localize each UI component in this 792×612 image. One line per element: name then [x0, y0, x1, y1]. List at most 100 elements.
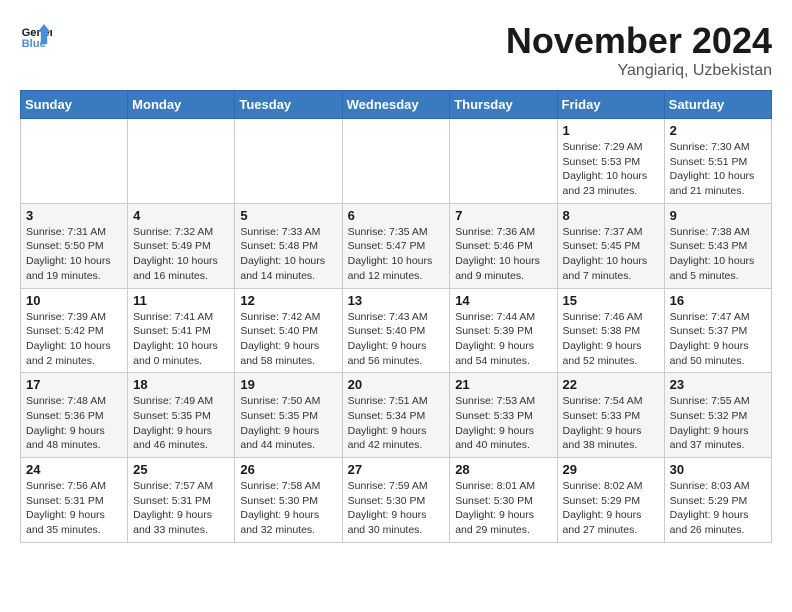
- calendar-cell: 1Sunrise: 7:29 AM Sunset: 5:53 PM Daylig…: [557, 119, 664, 204]
- calendar-week-row: 10 Sunrise: 7:39 AM Sunset: 5:42 PM Dayli…: [21, 288, 772, 373]
- day-info: Sunrise: 7:53 AM Sunset: 5:33 PM Dayligh…: [455, 394, 551, 453]
- day-info: Sunrise: 7:41 AM Sunset: 5:41 PM Dayligh…: [133, 310, 229, 369]
- day-info: Sunrise: 7:48 AM Sunset: 5:36 PM Dayligh…: [26, 394, 122, 453]
- day-number: 13: [348, 293, 445, 308]
- calendar-cell: 30 Sunrise: 8:03 AM Sunset: 5:29 PM Dayli…: [664, 458, 771, 543]
- weekday-header: Thursday: [450, 91, 557, 119]
- day-number: 4: [133, 208, 229, 223]
- day-info: Sunrise: 7:44 AM Sunset: 5:39 PM Dayligh…: [455, 310, 551, 369]
- page-header: General Blue November 2024 Yangiariq, Uz…: [20, 20, 772, 80]
- day-number: 19: [240, 377, 336, 392]
- calendar-cell: 17 Sunrise: 7:48 AM Sunset: 5:36 PM Dayli…: [21, 373, 128, 458]
- day-info: Sunrise: 7:46 AM Sunset: 5:38 PM Dayligh…: [563, 310, 659, 369]
- weekday-header: Monday: [128, 91, 235, 119]
- calendar-cell: 3 Sunrise: 7:31 AM Sunset: 5:50 PM Daylig…: [21, 203, 128, 288]
- day-info: Sunrise: 7:43 AM Sunset: 5:40 PM Dayligh…: [348, 310, 445, 369]
- calendar-week-row: 1Sunrise: 7:29 AM Sunset: 5:53 PM Daylig…: [21, 119, 772, 204]
- day-number: 18: [133, 377, 229, 392]
- day-number: 9: [670, 208, 766, 223]
- day-number: 24: [26, 462, 122, 477]
- calendar-cell: 6 Sunrise: 7:35 AM Sunset: 5:47 PM Daylig…: [342, 203, 450, 288]
- day-number: 25: [133, 462, 229, 477]
- calendar-cell: 15 Sunrise: 7:46 AM Sunset: 5:38 PM Dayli…: [557, 288, 664, 373]
- calendar-cell: [235, 119, 342, 204]
- day-number: 30: [670, 462, 766, 477]
- day-number: 2: [670, 123, 766, 138]
- day-number: 26: [240, 462, 336, 477]
- calendar-cell: 14 Sunrise: 7:44 AM Sunset: 5:39 PM Dayli…: [450, 288, 557, 373]
- day-number: 28: [455, 462, 551, 477]
- day-info: Sunrise: 8:01 AM Sunset: 5:30 PM Dayligh…: [455, 479, 551, 538]
- weekday-header: Saturday: [664, 91, 771, 119]
- calendar-cell: 16Sunrise: 7:47 AM Sunset: 5:37 PM Dayli…: [664, 288, 771, 373]
- day-info: Sunrise: 7:58 AM Sunset: 5:30 PM Dayligh…: [240, 479, 336, 538]
- day-number: 11: [133, 293, 229, 308]
- day-number: 12: [240, 293, 336, 308]
- day-info: Sunrise: 8:03 AM Sunset: 5:29 PM Dayligh…: [670, 479, 766, 538]
- day-info: Sunrise: 8:02 AM Sunset: 5:29 PM Dayligh…: [563, 479, 659, 538]
- calendar-cell: 2 Sunrise: 7:30 AM Sunset: 5:51 PM Daylig…: [664, 119, 771, 204]
- day-number: 20: [348, 377, 445, 392]
- calendar-cell: 10 Sunrise: 7:39 AM Sunset: 5:42 PM Dayli…: [21, 288, 128, 373]
- calendar-header: SundayMondayTuesdayWednesdayThursdayFrid…: [21, 91, 772, 119]
- calendar-week-row: 3 Sunrise: 7:31 AM Sunset: 5:50 PM Daylig…: [21, 203, 772, 288]
- calendar-cell: 4 Sunrise: 7:32 AM Sunset: 5:49 PM Daylig…: [128, 203, 235, 288]
- calendar-cell: 9 Sunrise: 7:38 AM Sunset: 5:43 PM Daylig…: [664, 203, 771, 288]
- calendar-cell: 8 Sunrise: 7:37 AM Sunset: 5:45 PM Daylig…: [557, 203, 664, 288]
- day-info: Sunrise: 7:59 AM Sunset: 5:30 PM Dayligh…: [348, 479, 445, 538]
- day-info: Sunrise: 7:49 AM Sunset: 5:35 PM Dayligh…: [133, 394, 229, 453]
- day-info: Sunrise: 7:29 AM Sunset: 5:53 PM Dayligh…: [563, 140, 659, 199]
- calendar-cell: 20Sunrise: 7:51 AM Sunset: 5:34 PM Dayli…: [342, 373, 450, 458]
- day-info: Sunrise: 7:55 AM Sunset: 5:32 PM Dayligh…: [670, 394, 766, 453]
- calendar-body: 1Sunrise: 7:29 AM Sunset: 5:53 PM Daylig…: [21, 119, 772, 543]
- day-info: Sunrise: 7:31 AM Sunset: 5:50 PM Dayligh…: [26, 225, 122, 284]
- day-info: Sunrise: 7:37 AM Sunset: 5:45 PM Dayligh…: [563, 225, 659, 284]
- day-number: 6: [348, 208, 445, 223]
- day-number: 10: [26, 293, 122, 308]
- calendar-cell: [128, 119, 235, 204]
- calendar-cell: 18 Sunrise: 7:49 AM Sunset: 5:35 PM Dayli…: [128, 373, 235, 458]
- calendar-cell: 25 Sunrise: 7:57 AM Sunset: 5:31 PM Dayli…: [128, 458, 235, 543]
- day-number: 29: [563, 462, 659, 477]
- calendar-week-row: 17 Sunrise: 7:48 AM Sunset: 5:36 PM Dayli…: [21, 373, 772, 458]
- calendar-cell: 22Sunrise: 7:54 AM Sunset: 5:33 PM Dayli…: [557, 373, 664, 458]
- month-title: November 2024: [506, 20, 772, 62]
- weekday-header: Friday: [557, 91, 664, 119]
- day-info: Sunrise: 7:32 AM Sunset: 5:49 PM Dayligh…: [133, 225, 229, 284]
- day-info: Sunrise: 7:33 AM Sunset: 5:48 PM Dayligh…: [240, 225, 336, 284]
- calendar-cell: 13 Sunrise: 7:43 AM Sunset: 5:40 PM Dayli…: [342, 288, 450, 373]
- calendar-cell: 7 Sunrise: 7:36 AM Sunset: 5:46 PM Daylig…: [450, 203, 557, 288]
- day-info: Sunrise: 7:50 AM Sunset: 5:35 PM Dayligh…: [240, 394, 336, 453]
- calendar-cell: 28 Sunrise: 8:01 AM Sunset: 5:30 PM Dayli…: [450, 458, 557, 543]
- day-info: Sunrise: 7:38 AM Sunset: 5:43 PM Dayligh…: [670, 225, 766, 284]
- day-number: 7: [455, 208, 551, 223]
- calendar-cell: 5Sunrise: 7:33 AM Sunset: 5:48 PM Daylig…: [235, 203, 342, 288]
- day-info: Sunrise: 7:47 AM Sunset: 5:37 PM Dayligh…: [670, 310, 766, 369]
- day-number: 3: [26, 208, 122, 223]
- logo-icon: General Blue: [20, 20, 52, 52]
- day-number: 15: [563, 293, 659, 308]
- day-number: 22: [563, 377, 659, 392]
- title-block: November 2024 Yangiariq, Uzbekistan: [506, 20, 772, 80]
- header-row: SundayMondayTuesdayWednesdayThursdayFrid…: [21, 91, 772, 119]
- calendar-cell: 11 Sunrise: 7:41 AM Sunset: 5:41 PM Dayli…: [128, 288, 235, 373]
- day-number: 23: [670, 377, 766, 392]
- calendar-week-row: 24Sunrise: 7:56 AM Sunset: 5:31 PM Dayli…: [21, 458, 772, 543]
- calendar-cell: 27 Sunrise: 7:59 AM Sunset: 5:30 PM Dayli…: [342, 458, 450, 543]
- calendar-cell: 19 Sunrise: 7:50 AM Sunset: 5:35 PM Dayli…: [235, 373, 342, 458]
- day-info: Sunrise: 7:36 AM Sunset: 5:46 PM Dayligh…: [455, 225, 551, 284]
- logo: General Blue: [20, 20, 52, 52]
- weekday-header: Tuesday: [235, 91, 342, 119]
- day-number: 17: [26, 377, 122, 392]
- day-info: Sunrise: 7:42 AM Sunset: 5:40 PM Dayligh…: [240, 310, 336, 369]
- day-info: Sunrise: 7:39 AM Sunset: 5:42 PM Dayligh…: [26, 310, 122, 369]
- location: Yangiariq, Uzbekistan: [506, 62, 772, 80]
- day-number: 14: [455, 293, 551, 308]
- day-info: Sunrise: 7:30 AM Sunset: 5:51 PM Dayligh…: [670, 140, 766, 199]
- day-info: Sunrise: 7:57 AM Sunset: 5:31 PM Dayligh…: [133, 479, 229, 538]
- day-number: 8: [563, 208, 659, 223]
- calendar-cell: 26 Sunrise: 7:58 AM Sunset: 5:30 PM Dayli…: [235, 458, 342, 543]
- day-number: 27: [348, 462, 445, 477]
- day-info: Sunrise: 7:35 AM Sunset: 5:47 PM Dayligh…: [348, 225, 445, 284]
- calendar-cell: 29 Sunrise: 8:02 AM Sunset: 5:29 PM Dayli…: [557, 458, 664, 543]
